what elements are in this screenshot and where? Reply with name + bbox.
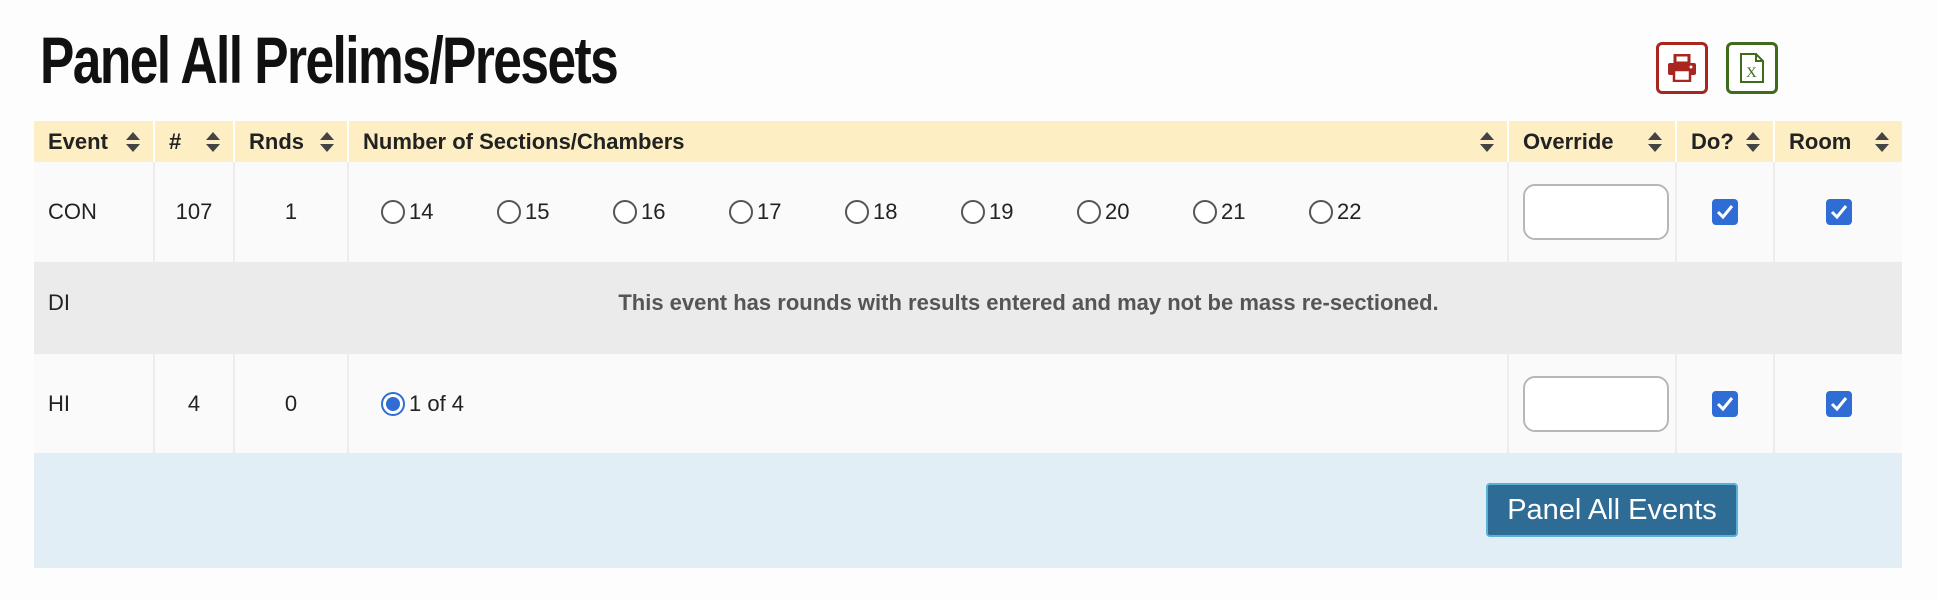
override-input[interactable] <box>1523 184 1669 240</box>
section-option[interactable]: 21 <box>1175 199 1291 225</box>
radio-button[interactable] <box>961 200 985 224</box>
table-row: HI 4 0 1 of 4 <box>34 354 1902 454</box>
page: Panel All Prelims/Presets X Event # Rnds… <box>0 0 1938 600</box>
sort-icon <box>1479 131 1495 152</box>
event-cell: CON <box>34 162 155 262</box>
checkmark-icon <box>1830 205 1847 220</box>
override-cell <box>1508 354 1677 454</box>
radio-button[interactable] <box>1077 200 1101 224</box>
do-checkbox[interactable] <box>1712 391 1738 417</box>
panel-all-events-button[interactable]: Panel All Events <box>1486 483 1738 537</box>
page-title: Panel All Prelims/Presets <box>40 23 619 97</box>
sections-cell: 14 15 16 17 18 19 20 21 22 <box>348 162 1509 262</box>
sort-icon <box>125 131 141 152</box>
table-row: CON 107 1 14 15 16 17 18 19 20 21 22 <box>34 162 1902 262</box>
row-spacer <box>34 344 1902 354</box>
footer-bar: Panel All Events <box>34 453 1902 568</box>
section-option[interactable]: 16 <box>595 199 711 225</box>
header-rounds[interactable]: Rnds <box>234 121 349 162</box>
printer-icon <box>1668 54 1696 82</box>
section-option[interactable]: 18 <box>827 199 943 225</box>
checkmark-icon <box>1716 397 1734 412</box>
section-options: 14 15 16 17 18 19 20 21 22 <box>363 199 1493 225</box>
override-input[interactable] <box>1523 376 1669 432</box>
section-option[interactable]: 20 <box>1059 199 1175 225</box>
header-event[interactable]: Event <box>34 121 155 162</box>
header-count[interactable]: # <box>154 121 235 162</box>
section-option[interactable]: 14 <box>363 199 479 225</box>
count-cell: 107 <box>154 162 235 262</box>
rounds-cell: 1 <box>234 162 349 262</box>
sort-icon <box>1874 131 1890 152</box>
sort-icon <box>205 131 221 152</box>
do-cell <box>1676 162 1775 262</box>
radio-button[interactable] <box>845 200 869 224</box>
panel-table: Event # Rnds Number of Sections/Chambers… <box>34 121 1902 454</box>
radio-button[interactable] <box>497 200 521 224</box>
do-checkbox[interactable] <box>1712 199 1738 225</box>
radio-button[interactable] <box>381 200 405 224</box>
radio-button-selected[interactable] <box>381 392 405 416</box>
do-cell <box>1676 354 1775 454</box>
sort-icon <box>319 131 335 152</box>
sort-icon <box>1745 131 1761 152</box>
section-option[interactable]: 17 <box>711 199 827 225</box>
sort-icon <box>1647 131 1663 152</box>
section-option[interactable]: 1 of 4 <box>363 391 464 417</box>
checkmark-icon <box>1716 205 1734 220</box>
override-cell <box>1508 162 1677 262</box>
section-option[interactable]: 22 <box>1291 199 1407 225</box>
excel-export-button[interactable]: X <box>1726 42 1778 94</box>
radio-button[interactable] <box>1309 200 1333 224</box>
section-options: 1 of 4 <box>363 391 1493 417</box>
header-do[interactable]: Do? <box>1676 121 1775 162</box>
room-checkbox[interactable] <box>1825 199 1852 225</box>
count-cell: 4 <box>154 354 235 454</box>
section-option[interactable]: 15 <box>479 199 595 225</box>
room-checkbox[interactable] <box>1825 391 1852 417</box>
header-room[interactable]: Room <box>1774 121 1902 162</box>
table-row: DI This event has rounds with results en… <box>34 262 1902 344</box>
excel-glyph: X <box>1746 65 1757 81</box>
excel-file-icon: X <box>1740 53 1764 83</box>
header-sections[interactable]: Number of Sections/Chambers <box>348 121 1509 162</box>
resection-warning: This event has rounds with results enter… <box>154 262 1902 344</box>
radio-button[interactable] <box>1193 200 1217 224</box>
print-button[interactable] <box>1656 42 1708 94</box>
event-cell: HI <box>34 354 155 454</box>
table-header-row: Event # Rnds Number of Sections/Chambers… <box>34 121 1902 162</box>
room-cell <box>1774 354 1902 454</box>
event-cell: DI <box>34 262 155 344</box>
radio-button[interactable] <box>729 200 753 224</box>
sections-cell: 1 of 4 <box>348 354 1509 454</box>
checkmark-icon <box>1830 397 1847 412</box>
header-override[interactable]: Override <box>1508 121 1677 162</box>
room-cell <box>1774 162 1902 262</box>
section-option[interactable]: 19 <box>943 199 1059 225</box>
rounds-cell: 0 <box>234 354 349 454</box>
radio-button[interactable] <box>613 200 637 224</box>
